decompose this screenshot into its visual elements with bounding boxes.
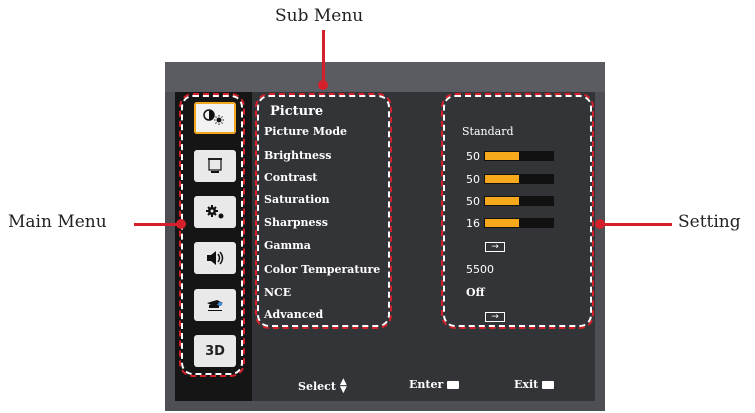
up-down-icon: ▲ ▼ <box>339 377 347 395</box>
menu-key-icon <box>542 380 555 389</box>
setting-callout-line <box>600 223 672 226</box>
footer-enter: Enter <box>409 378 460 391</box>
footer-select: Select ▲ ▼ <box>298 377 347 395</box>
sub-menu-callout-dot <box>318 80 328 90</box>
main-menu-highlight <box>179 93 245 377</box>
sub-menu-callout-line <box>322 30 325 82</box>
main-menu-callout-dot <box>176 219 186 229</box>
footer-exit-label: Exit <box>514 378 539 391</box>
footer-enter-label: Enter <box>409 378 444 391</box>
main-menu-callout-line <box>134 223 181 226</box>
sub-menu-callout: Sub Menu <box>275 6 364 26</box>
main-menu-callout: Main Menu <box>8 212 107 232</box>
osd-top-bar <box>165 62 605 92</box>
footer-select-label: Select <box>298 379 336 393</box>
setting-highlight <box>441 93 594 329</box>
setting-callout-dot <box>595 219 605 229</box>
footer-exit: Exit <box>514 378 555 391</box>
sub-menu-highlight <box>255 93 392 329</box>
enter-key-icon <box>447 380 460 389</box>
setting-callout: Setting <box>678 212 741 232</box>
